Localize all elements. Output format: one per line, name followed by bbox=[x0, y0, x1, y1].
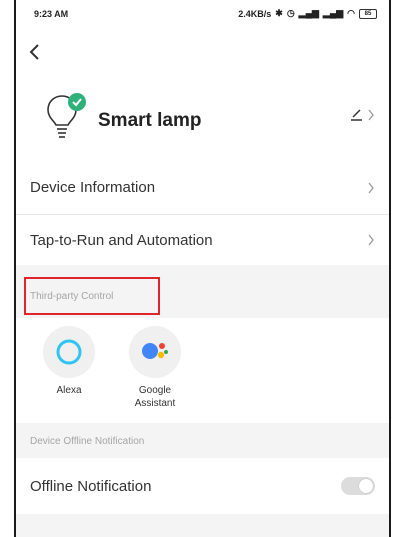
lightbulb-icon bbox=[47, 93, 86, 138]
row-label: Offline Notification bbox=[30, 478, 152, 495]
row-tap-to-run[interactable]: Tap-to-Run and Automation bbox=[16, 215, 389, 265]
bluetooth-icon: ✱ bbox=[275, 8, 283, 18]
battery-icon: 85 bbox=[359, 8, 377, 19]
third-party-services: Alexa Google Assistant bbox=[16, 318, 389, 423]
frame-left bbox=[0, 0, 14, 537]
highlight-box bbox=[24, 277, 160, 315]
chevron-right-icon bbox=[368, 182, 374, 194]
device-header: Smart lamp bbox=[16, 82, 389, 162]
signal-icon: ▂▄▆ bbox=[298, 8, 319, 18]
google-assistant-icon bbox=[129, 326, 181, 378]
service-google-assistant[interactable]: Google Assistant bbox=[120, 326, 190, 410]
status-time: 9:23 AM bbox=[34, 9, 69, 19]
network-speed: 2.4KB/s bbox=[238, 8, 272, 19]
top-bar bbox=[16, 32, 389, 82]
screen: 9:23 AM 2.4KB/s ✱ ◷ ▂▄▆ ▂▄▆ ◠ 85 Smart l… bbox=[14, 0, 391, 537]
status-right: 2.4KB/s ✱ ◷ ▂▄▆ ▂▄▆ ◠ 85 bbox=[238, 8, 377, 19]
chevron-left-icon bbox=[29, 44, 39, 60]
frame-right bbox=[391, 0, 401, 537]
service-name: Alexa bbox=[56, 385, 82, 396]
device-name: Smart lamp bbox=[98, 110, 202, 131]
row-label: Tap-to-Run and Automation bbox=[30, 232, 213, 249]
edit-device-button[interactable] bbox=[349, 108, 375, 122]
signal-icon-2: ▂▄▆ bbox=[322, 8, 344, 18]
offline-notification-toggle[interactable] bbox=[341, 477, 375, 495]
service-alexa[interactable]: Alexa bbox=[34, 326, 104, 397]
row-label: Device Information bbox=[30, 179, 156, 196]
row-offline-notification: Offline Notification bbox=[16, 458, 389, 514]
chevron-right-icon bbox=[368, 234, 374, 246]
service-name: Google Assistant bbox=[134, 385, 176, 409]
status-bar: 9:23 AM 2.4KB/s ✱ ◷ ▂▄▆ ▂▄▆ ◠ 85 bbox=[16, 0, 389, 32]
pencil-icon bbox=[351, 109, 362, 121]
section-title-offline: Device Offline Notification bbox=[30, 436, 145, 447]
chevron-right-icon bbox=[368, 109, 374, 121]
alexa-icon bbox=[43, 326, 95, 378]
wifi-icon: ◠ bbox=[347, 8, 355, 18]
toggle-knob bbox=[359, 479, 373, 493]
alarm-icon: ◷ bbox=[286, 8, 295, 18]
phone: 9:23 AM 2.4KB/s ✱ ◷ ▂▄▆ ▂▄▆ ◠ 85 Smart l… bbox=[0, 0, 401, 537]
back-button[interactable] bbox=[28, 42, 42, 68]
row-device-information[interactable]: Device Information bbox=[16, 162, 389, 214]
